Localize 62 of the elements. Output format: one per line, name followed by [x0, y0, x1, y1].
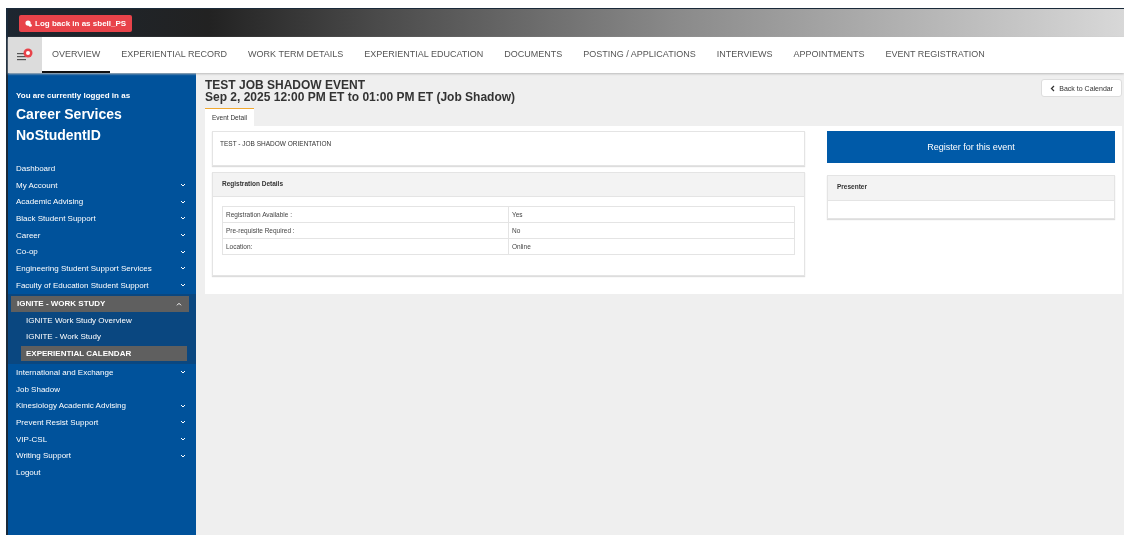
- nav-tab[interactable]: EXPERIENTIAL EDUCATION: [354, 37, 494, 73]
- sidebar-group-label: Writing Support: [16, 451, 71, 461]
- chevron-down-icon: [180, 216, 186, 221]
- sidebar-group[interactable]: Co-op: [8, 243, 196, 261]
- nav-tab[interactable]: INTERVIEWS: [706, 37, 783, 73]
- sidebar-group-label: My Account: [16, 180, 58, 190]
- sidebar-group[interactable]: Writing Support: [8, 447, 196, 465]
- nav-tab[interactable]: EVENT REGISTRATION: [875, 37, 995, 73]
- sidebar-group-label: Faculty of Education Student Support: [16, 280, 149, 290]
- sidebar-group[interactable]: VIP-CSL: [8, 430, 196, 448]
- nav-tab[interactable]: DOCUMENTS: [494, 37, 573, 73]
- sidebar-group-label: Black Student Support: [16, 213, 96, 223]
- sidebar-group[interactable]: Faculty of Education Student Support: [8, 276, 196, 294]
- sidebar-subitem[interactable]: IGNITE - Work Study: [21, 329, 187, 345]
- chevron-down-icon: [180, 233, 186, 238]
- chevron-down-icon: [180, 199, 186, 204]
- event-time: Sep 2, 2025 12:00 PM ET to 01:00 PM ET (Job Shadow): [205, 91, 516, 103]
- chevron-down-icon: [180, 249, 186, 254]
- sidebar-group-label: Academic Advising: [16, 197, 84, 207]
- chevron-down-icon: [180, 370, 186, 375]
- sidebar-group-label: Career: [16, 230, 41, 240]
- sidebar-item[interactable]: Logout: [8, 464, 196, 481]
- chevron-left-icon: [1050, 84, 1056, 92]
- sidebar-group-label: Co-op: [16, 247, 38, 257]
- chevron-down-icon: [180, 283, 186, 288]
- user-name: Career Services NoStudentID: [15, 105, 123, 145]
- nav-tab[interactable]: APPOINTMENTS: [783, 37, 875, 73]
- nav-tab[interactable]: EXPERIENTIAL RECORD: [111, 37, 238, 73]
- sidebar-group[interactable]: Academic Advising: [8, 193, 196, 211]
- chevron-down-icon: [180, 183, 186, 188]
- sidebar-group[interactable]: IGNITE - WORK STUDY: [11, 295, 189, 312]
- sidebar-group-label: Engineering Student Support Services: [16, 263, 152, 273]
- menu-icon: [16, 48, 34, 62]
- sidebar-group[interactable]: International and Exchange: [8, 364, 196, 381]
- event-title: TEST JOB SHADOW EVENT: [205, 79, 366, 91]
- chevron-up-icon: [176, 301, 182, 306]
- log-back-in-button[interactable]: Log back in as sbell_PS: [19, 14, 133, 32]
- nav-tab[interactable]: POSTING / APPLICATIONS: [573, 37, 706, 73]
- sidebar-subitem[interactable]: IGNITE Work Study Overview: [21, 312, 187, 328]
- chevron-down-icon: [180, 403, 186, 408]
- sidebar-group-label: IGNITE - WORK STUDY: [17, 299, 106, 308]
- menu-button[interactable]: [8, 37, 42, 73]
- chevron-down-icon: [180, 453, 186, 458]
- sidebar-group[interactable]: Black Student Support: [8, 210, 196, 227]
- sidebar-subitem[interactable]: EXPERIENTIAL CALENDAR: [21, 345, 187, 361]
- sidebar-group-label: Prevent Resist Support: [16, 417, 99, 427]
- nav-tab[interactable]: WORK TERM DETAILS: [238, 37, 354, 73]
- sidebar-group[interactable]: My Account: [8, 176, 196, 194]
- sidebar-item[interactable]: Dashboard: [8, 160, 196, 177]
- chevron-down-icon: [180, 266, 186, 271]
- sidebar-item[interactable]: Job Shadow: [8, 380, 196, 398]
- sidebar-group-label: International and Exchange: [16, 367, 114, 377]
- sidebar-group[interactable]: Prevent Resist Support: [8, 414, 196, 431]
- register-button[interactable]: Register for this event: [827, 131, 1115, 163]
- sidebar-group[interactable]: Engineering Student Support Services: [8, 260, 196, 277]
- chevron-down-icon: [180, 420, 186, 425]
- logged-in-label: You are currently logged in as: [15, 91, 132, 100]
- sidebar-group-label: VIP-CSL: [16, 434, 48, 444]
- sidebar-group[interactable]: Career: [8, 226, 196, 244]
- sidebar-group-label: Kinesiology Academic Advising: [16, 401, 126, 411]
- sidebar-group[interactable]: Kinesiology Academic Advising: [8, 397, 196, 415]
- chevron-down-icon: [180, 437, 186, 442]
